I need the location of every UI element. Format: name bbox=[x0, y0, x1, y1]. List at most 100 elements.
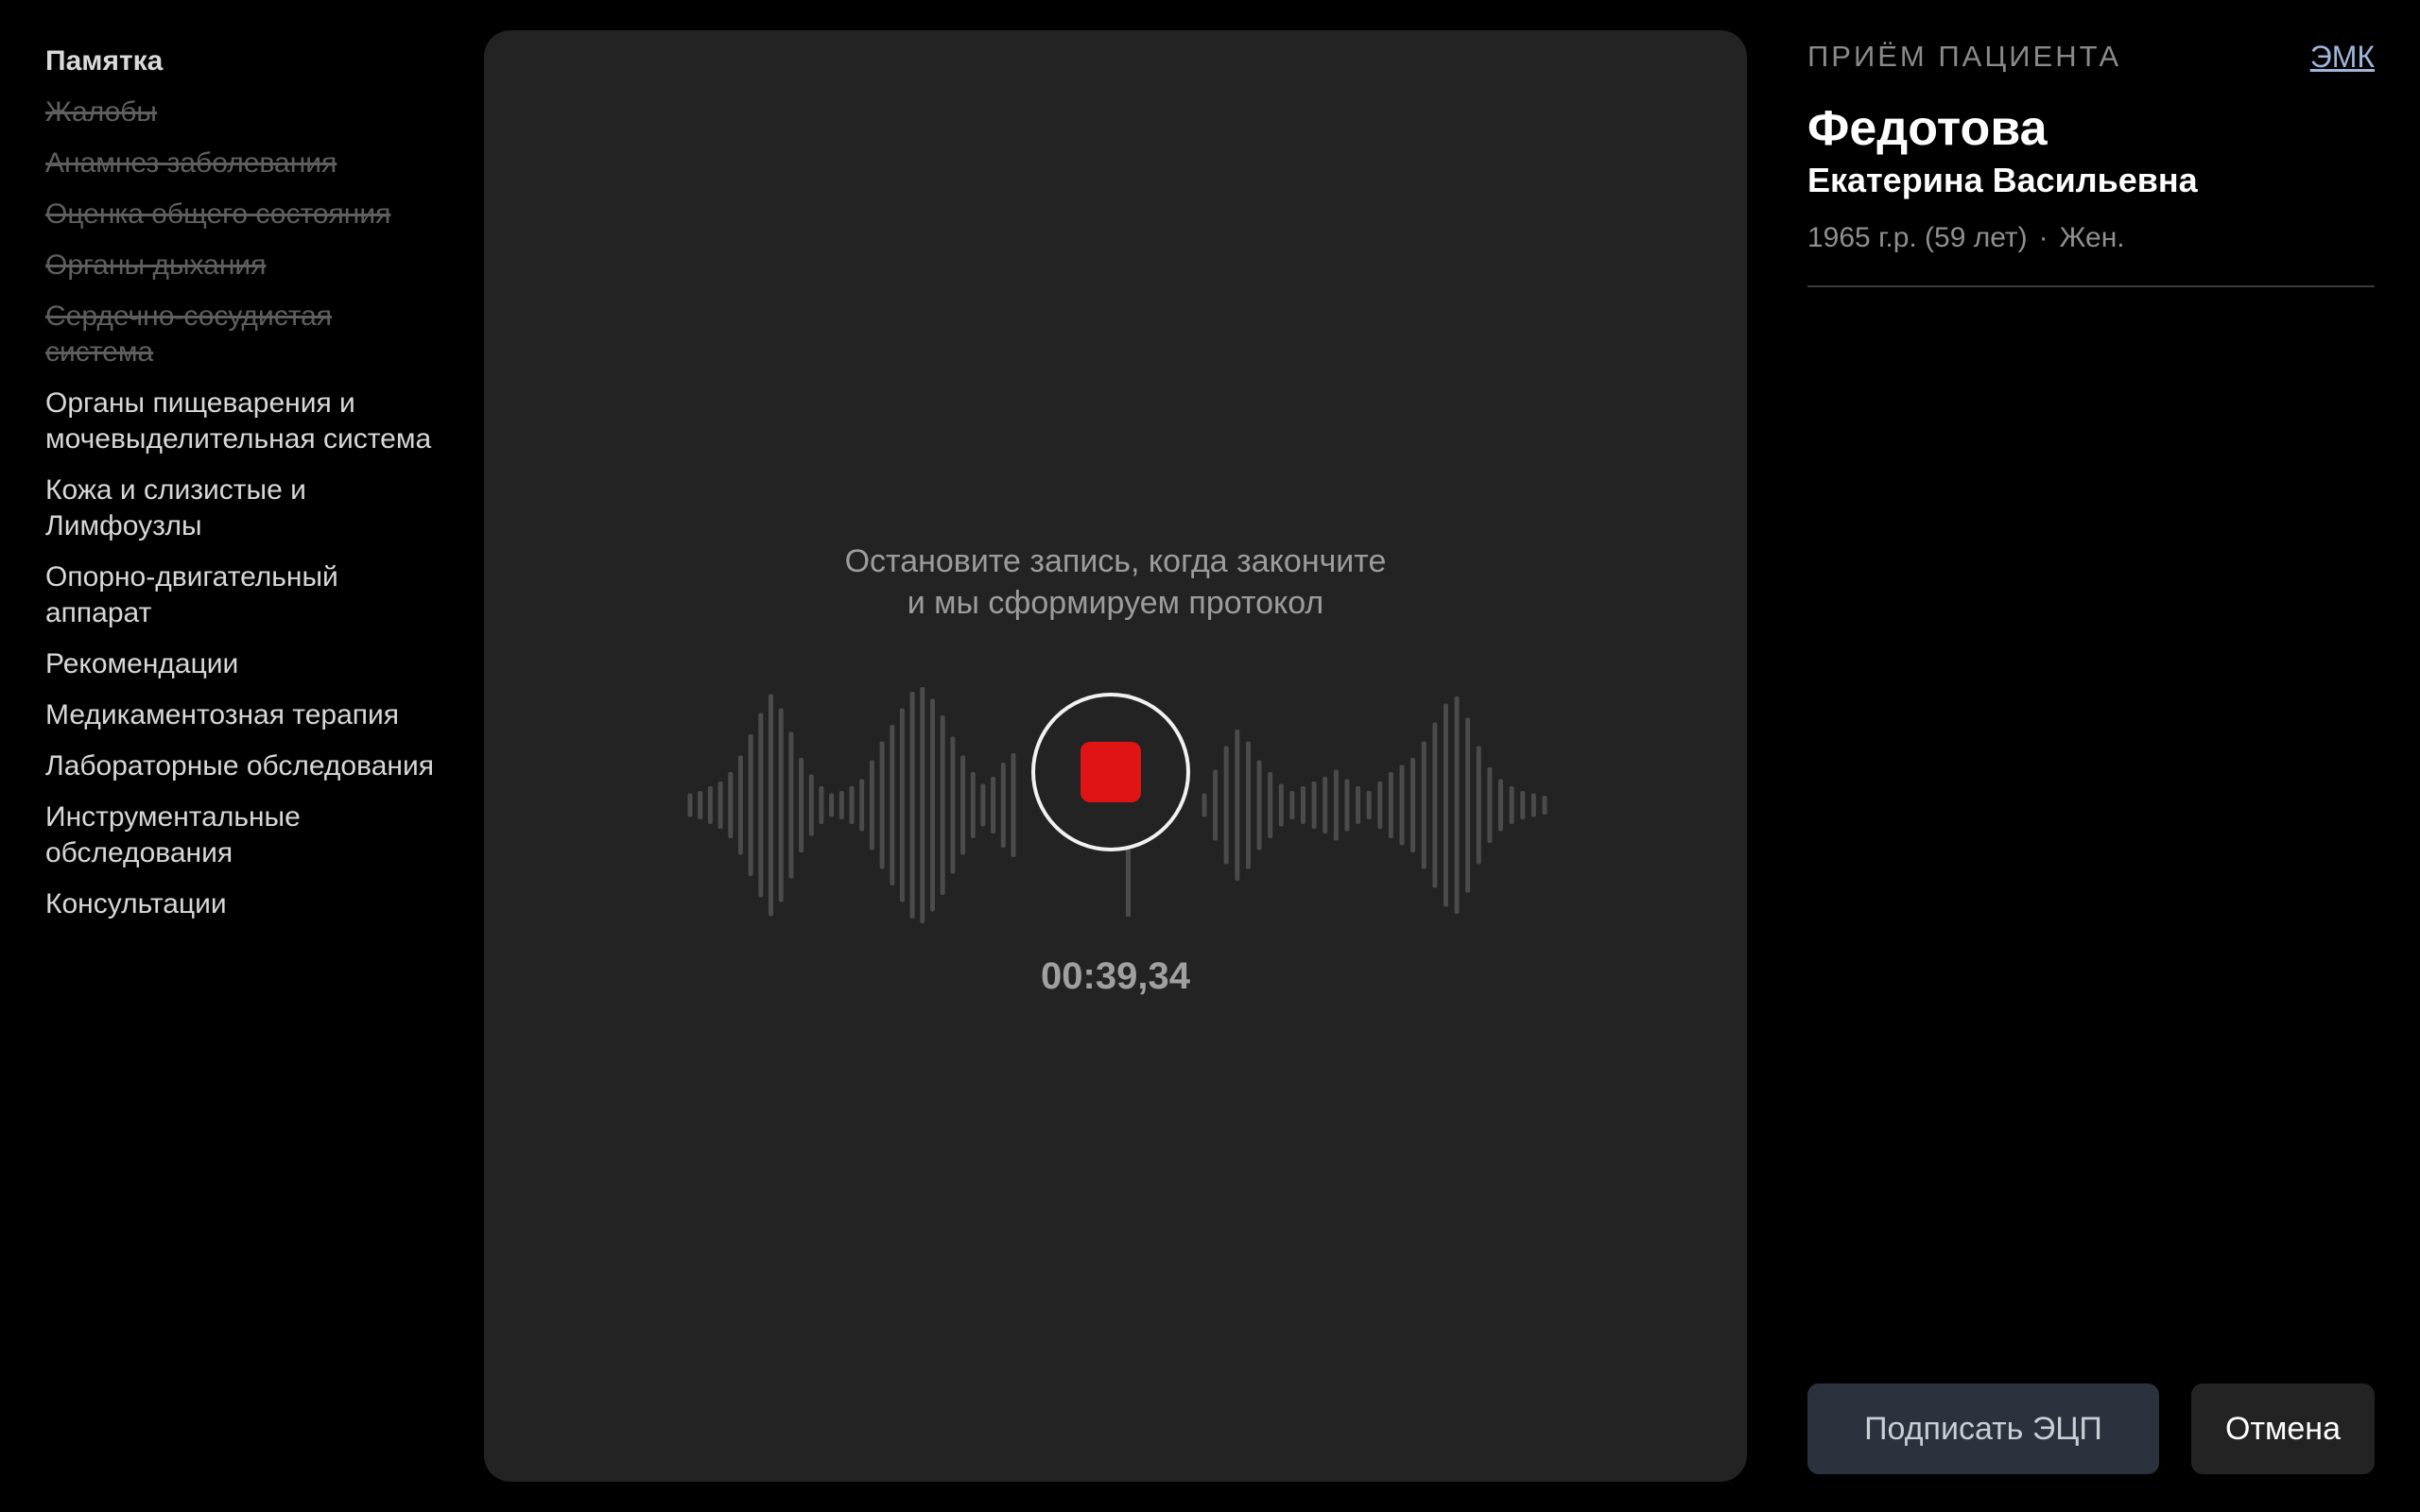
waveform-bar bbox=[980, 783, 986, 827]
recording-timer: 00:39,34 bbox=[1041, 955, 1190, 997]
waveform-bar bbox=[1454, 696, 1460, 914]
waveform-bar bbox=[1432, 722, 1438, 888]
sidebar-item[interactable]: Рекомендации bbox=[45, 646, 442, 682]
patient-birth-info: 1965 г.р. (59 лет) bbox=[1807, 222, 2028, 253]
waveform-bar bbox=[991, 777, 996, 833]
waveform-bar bbox=[1476, 746, 1481, 865]
waveform-bar bbox=[849, 786, 855, 824]
waveform-bar bbox=[1344, 779, 1350, 832]
waveform-bar bbox=[1000, 763, 1006, 848]
waveform-bar bbox=[1542, 796, 1547, 815]
stop-icon bbox=[1080, 742, 1141, 802]
sidebar-item[interactable]: Жалобы bbox=[45, 94, 442, 130]
waveform-bar bbox=[778, 708, 784, 902]
waveform-bar bbox=[859, 779, 865, 832]
waveform-bar bbox=[920, 687, 925, 923]
waveform-bar bbox=[758, 713, 764, 898]
waveform-bar bbox=[890, 725, 895, 885]
waveform-bar bbox=[748, 734, 753, 876]
waveform-bar bbox=[930, 698, 935, 912]
waveform-bar bbox=[1530, 793, 1536, 817]
waveform-bar bbox=[799, 758, 804, 852]
waveform-bar bbox=[788, 731, 794, 879]
waveform-bar bbox=[819, 786, 824, 824]
waveform-bar bbox=[1509, 786, 1514, 824]
recording-panel: Остановите запись, когда закончите и мы … bbox=[484, 30, 1747, 1482]
waveform-bar bbox=[940, 715, 945, 895]
sidebar-item[interactable]: Кожа и слизистые и Лимфоузлы bbox=[45, 472, 442, 544]
patient-meta: 1965 г.р. (59 лет) · Жен. bbox=[1807, 219, 2375, 257]
waveform-bar bbox=[1201, 793, 1207, 817]
waveform-bar bbox=[1487, 767, 1493, 843]
sidebar-item[interactable]: Анамнез заболевания bbox=[45, 146, 442, 181]
sign-ecp-button[interactable]: Подписать ЭЦП bbox=[1807, 1383, 2159, 1474]
sidebar-list: Жалобы Анамнез заболевания Оценка общего с… bbox=[45, 94, 442, 922]
waveform-bar bbox=[1443, 703, 1448, 907]
waveform-bar bbox=[1465, 717, 1471, 893]
patient-sex: Жен. bbox=[2059, 222, 2125, 253]
waveform-bar bbox=[950, 736, 956, 874]
patient-panel: ПРИЁМ ПАЦИЕНТА ЭМК Федотова Екатерина Ва… bbox=[1807, 34, 2375, 287]
waveform-bar bbox=[1011, 753, 1016, 857]
waveform-bar bbox=[1301, 786, 1305, 824]
sidebar-item[interactable]: Органы дыхания bbox=[45, 248, 442, 284]
waveform-bar bbox=[1278, 783, 1284, 827]
waveform-bar bbox=[1213, 769, 1219, 841]
waveform-bar bbox=[1520, 791, 1526, 819]
recording-hint: Остановите запись, когда закончите и мы … bbox=[484, 541, 1747, 624]
waveform-bar bbox=[1268, 772, 1273, 838]
waveform-bar bbox=[707, 786, 713, 824]
waveform-bar bbox=[899, 708, 905, 902]
sidebar-item[interactable]: Оценка общего состояния bbox=[45, 197, 442, 232]
sidebar-item[interactable]: Медикаментозная терапия bbox=[45, 697, 442, 733]
waveform-bar bbox=[838, 791, 844, 819]
patient-given-names: Екатерина Васильевна bbox=[1807, 161, 2198, 199]
waveform-bar bbox=[1311, 782, 1317, 829]
divider bbox=[1807, 285, 2375, 287]
waveform-bar bbox=[909, 692, 915, 919]
waveform-bar bbox=[1388, 772, 1393, 838]
waveform-bar bbox=[698, 791, 703, 819]
waveform-bar bbox=[1246, 741, 1251, 869]
sidebar-item[interactable]: Инструментальные обследования bbox=[45, 799, 442, 871]
reception-screen: Памятка Жалобы Анамнез заболевания Оценка … bbox=[0, 0, 2420, 1512]
waveform-bar bbox=[728, 772, 734, 838]
sidebar-heading: Памятка bbox=[45, 45, 164, 77]
waveform-bar bbox=[1289, 791, 1295, 819]
waveform-bar bbox=[1256, 760, 1262, 850]
waveform-bar bbox=[1421, 741, 1426, 869]
waveform-bar bbox=[1410, 758, 1416, 852]
waveform-bar bbox=[869, 760, 874, 850]
waveform-bar bbox=[687, 793, 693, 817]
emk-link[interactable]: ЭМК bbox=[2310, 34, 2375, 79]
waveform-bar bbox=[769, 694, 773, 917]
recording-hint-line-2: и мы сформируем протокол bbox=[907, 585, 1324, 621]
section-title: ПРИЁМ ПАЦИЕНТА bbox=[1807, 40, 2122, 73]
waveform-bar bbox=[1235, 730, 1240, 881]
patient-surname: Федотова bbox=[1807, 101, 2048, 156]
waveform-bar bbox=[1377, 782, 1383, 829]
waveform-bar bbox=[1322, 777, 1328, 833]
waveform-bar bbox=[1498, 779, 1503, 832]
waveform-bar bbox=[970, 772, 976, 838]
waveform-bar bbox=[1223, 746, 1229, 865]
waveform-bar bbox=[960, 755, 966, 855]
cancel-button[interactable]: Отмена bbox=[2191, 1383, 2375, 1474]
patient-header: ПРИЁМ ПАЦИЕНТА ЭМК bbox=[1807, 34, 2375, 79]
sidebar-item[interactable]: Органы пищеварения и мочевыделительная с… bbox=[45, 386, 442, 457]
sidebar-checklist: Памятка Жалобы Анамнез заболевания Оценка … bbox=[45, 43, 442, 937]
waveform-bar bbox=[717, 782, 723, 829]
sidebar-item[interactable]: Лабораторные обследования bbox=[45, 748, 442, 784]
waveform-bar bbox=[808, 774, 814, 836]
sidebar-item[interactable]: Консультации bbox=[45, 886, 442, 922]
stop-recording-button[interactable] bbox=[1031, 693, 1190, 851]
meta-separator: · bbox=[2038, 222, 2048, 253]
sidebar-item[interactable]: Опорно-двигательный аппарат bbox=[45, 559, 442, 631]
sidebar-item[interactable]: Сердечно-сосудистая система bbox=[45, 299, 442, 370]
waveform-bar bbox=[1399, 765, 1405, 846]
waveform-bar bbox=[829, 793, 835, 817]
waveform-bar bbox=[1356, 786, 1361, 824]
recording-hint-line-1: Остановите запись, когда закончите bbox=[844, 543, 1387, 579]
waveform-bar bbox=[879, 741, 885, 869]
waveform-bar bbox=[737, 755, 743, 855]
